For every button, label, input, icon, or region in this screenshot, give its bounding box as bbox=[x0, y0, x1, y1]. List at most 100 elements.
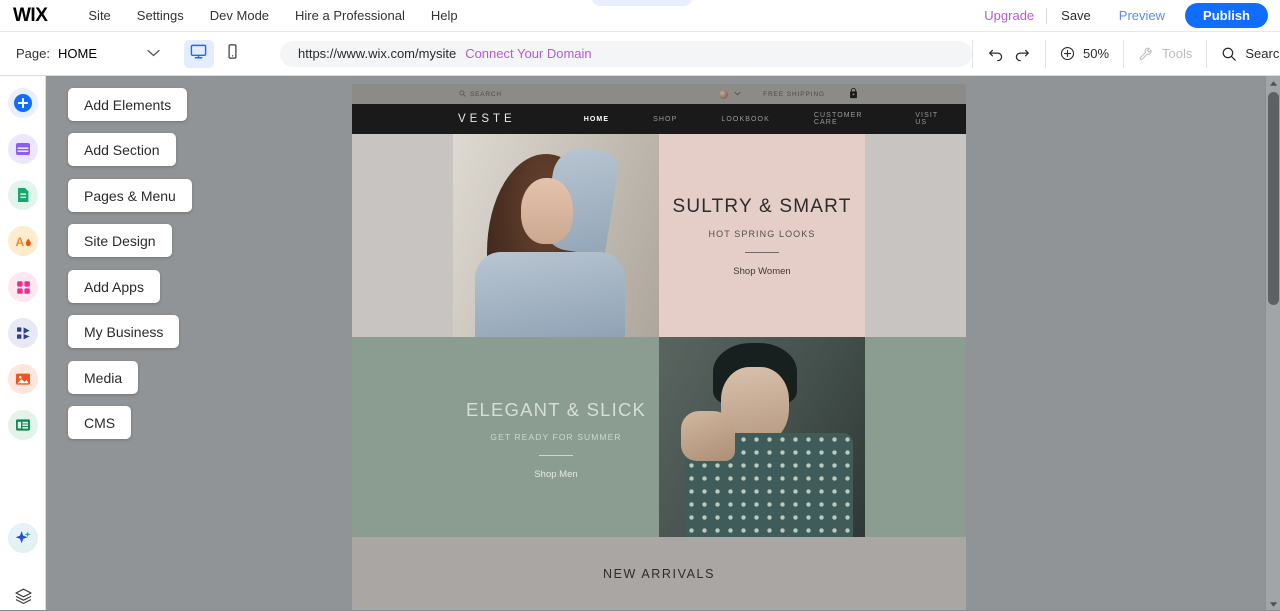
woman-in-denim-jacket-photo[interactable] bbox=[453, 134, 659, 337]
site-nav-link-shop[interactable]: SHOP bbox=[631, 116, 699, 123]
save-button[interactable]: Save bbox=[1047, 8, 1105, 23]
left-icon-rail: A bbox=[0, 76, 46, 611]
sections-icon[interactable] bbox=[8, 134, 38, 164]
hero-women-cta-link[interactable]: Shop Women bbox=[659, 266, 865, 277]
editor-toolbar: Page: HOME https://www.wix.com/mysite Co… bbox=[0, 32, 1280, 76]
chevron-down-icon bbox=[147, 48, 160, 60]
scroll-up-arrow-icon[interactable] bbox=[1266, 76, 1280, 90]
stage-scrollbar[interactable] bbox=[1265, 76, 1280, 611]
search-icon bbox=[459, 89, 466, 99]
hero-men-text-block: ELEGANT & SLICK GET READY FOR SUMMER Sho… bbox=[352, 337, 659, 537]
desktop-view-icon bbox=[190, 43, 207, 65]
editor-stage: SEARCH FREE SHIPPING VESTE HOME SHOP LOO… bbox=[352, 76, 1280, 611]
hero-women-subtitle: HOT SPRING LOOKS bbox=[708, 229, 816, 239]
editor-left-panel: Add Elements Add Section Pages & Menu Si… bbox=[46, 76, 352, 611]
site-search-control[interactable]: SEARCH bbox=[459, 89, 502, 99]
photo-jacket-shape bbox=[475, 252, 625, 337]
publish-button[interactable]: Publish bbox=[1185, 3, 1268, 28]
my-business-icon[interactable] bbox=[8, 318, 38, 348]
layers-icon[interactable] bbox=[8, 581, 38, 611]
wix-logo[interactable]: WIX bbox=[13, 5, 48, 27]
zoom-in-icon bbox=[1060, 46, 1075, 61]
menu-item-dev-mode[interactable]: Dev Mode bbox=[197, 0, 282, 32]
photo-hand-shape bbox=[681, 411, 735, 461]
mobile-view-icon bbox=[224, 43, 241, 65]
panel-button-media[interactable]: Media bbox=[68, 361, 139, 394]
hero-men-title: ELEGANT & SLICK bbox=[465, 399, 647, 420]
search-label: Search bbox=[1245, 46, 1280, 61]
scroll-down-arrow-icon[interactable] bbox=[1266, 597, 1280, 611]
site-url-bar[interactable]: https://www.wix.com/mysite Connect Your … bbox=[279, 40, 972, 67]
scrollbar-thumb[interactable] bbox=[1268, 92, 1279, 305]
device-toggle-group bbox=[183, 39, 248, 68]
mobile-view-button[interactable] bbox=[218, 40, 248, 68]
site-nav-link-customer-care[interactable]: CUSTOMER CARE bbox=[792, 112, 893, 126]
connect-domain-link[interactable]: Connect Your Domain bbox=[465, 46, 591, 61]
man-in-patterned-shirt-photo[interactable] bbox=[659, 337, 865, 537]
add-icon[interactable] bbox=[8, 88, 38, 118]
search-icon bbox=[1221, 46, 1237, 62]
top-menu-bar: WIX Site Settings Dev Mode Hire a Profes… bbox=[0, 0, 1280, 32]
hero-women-divider bbox=[745, 252, 779, 253]
panel-button-cms[interactable]: CMS bbox=[68, 406, 132, 439]
panel-button-add-elements[interactable]: Add Elements bbox=[68, 88, 188, 121]
panel-button-my-business[interactable]: My Business bbox=[68, 315, 180, 348]
redo-icon[interactable] bbox=[1013, 45, 1031, 63]
tools-icon bbox=[1138, 46, 1154, 62]
site-design-icon[interactable]: A bbox=[8, 226, 38, 256]
media-icon[interactable] bbox=[8, 364, 38, 394]
top-center-notch bbox=[592, 0, 692, 6]
preview-button[interactable]: Preview bbox=[1105, 8, 1179, 23]
hero-women-title: SULTRY & SMART bbox=[672, 196, 852, 217]
hero-women-left-pad bbox=[352, 134, 453, 337]
site-nav-link-home[interactable]: HOME bbox=[562, 116, 631, 123]
main-menu: Site Settings Dev Mode Hire a Profession… bbox=[75, 0, 470, 32]
tools-button[interactable]: Tools bbox=[1124, 39, 1206, 69]
photo-face-shape bbox=[521, 178, 573, 244]
toolbar-right-actions: 50% Tools Search bbox=[971, 32, 1280, 76]
pages-menu-icon[interactable] bbox=[8, 180, 38, 210]
hero-section-women[interactable]: SULTRY & SMART HOT SPRING LOOKS Shop Wom… bbox=[352, 134, 966, 337]
panel-button-pages-menu[interactable]: Pages & Menu bbox=[68, 179, 192, 212]
site-topstrip-right: FREE SHIPPING bbox=[719, 87, 858, 101]
zoom-level-value: 50% bbox=[1082, 46, 1110, 61]
site-announcement-bar: SEARCH FREE SHIPPING bbox=[352, 84, 966, 104]
panel-button-site-design[interactable]: Site Design bbox=[68, 224, 172, 257]
page-selector[interactable]: Page: HOME bbox=[0, 46, 160, 61]
desktop-view-button[interactable] bbox=[183, 39, 214, 68]
add-apps-icon[interactable] bbox=[8, 272, 38, 302]
new-arrivals-title: NEW ARRIVALS bbox=[602, 567, 716, 581]
search-button[interactable]: Search bbox=[1207, 39, 1280, 69]
hero-men-divider bbox=[539, 455, 573, 456]
region-flag-icon[interactable] bbox=[719, 89, 729, 99]
menu-item-hire-a-professional[interactable]: Hire a Professional bbox=[282, 0, 418, 32]
undo-icon[interactable] bbox=[987, 45, 1005, 63]
site-nav-link-lookbook[interactable]: LOOKBOOK bbox=[699, 116, 791, 123]
site-nav-links: HOME SHOP LOOKBOOK CUSTOMER CARE VISIT U… bbox=[562, 112, 966, 126]
free-shipping-label: FREE SHIPPING bbox=[763, 90, 825, 98]
site-search-label: SEARCH bbox=[470, 90, 502, 98]
menu-item-help[interactable]: Help bbox=[418, 0, 471, 32]
menu-item-site[interactable]: Site bbox=[75, 0, 123, 32]
top-bar-actions: Upgrade Save Preview Publish bbox=[972, 3, 1280, 28]
svg-text:A: A bbox=[15, 235, 24, 249]
site-preview-canvas[interactable]: SEARCH FREE SHIPPING VESTE HOME SHOP LOO… bbox=[352, 84, 966, 611]
upgrade-button[interactable]: Upgrade bbox=[972, 8, 1046, 23]
site-brand-logo[interactable]: VESTE bbox=[458, 113, 516, 125]
panel-button-add-section[interactable]: Add Section bbox=[68, 133, 176, 166]
zoom-control[interactable]: 50% bbox=[1046, 39, 1123, 69]
menu-item-settings[interactable]: Settings bbox=[124, 0, 197, 32]
cms-icon[interactable] bbox=[8, 410, 38, 440]
hero-men-right-pad bbox=[865, 337, 966, 537]
ai-sparkle-icon[interactable] bbox=[8, 523, 38, 553]
page-selector-label: Page: bbox=[16, 46, 50, 61]
panel-button-add-apps[interactable]: Add Apps bbox=[68, 270, 160, 303]
page-selector-value: HOME bbox=[57, 46, 97, 61]
site-nav-link-visit-us[interactable]: VISIT US bbox=[893, 112, 966, 126]
hero-men-cta-link[interactable]: Shop Men bbox=[453, 469, 659, 480]
shopping-bag-icon[interactable] bbox=[849, 87, 858, 101]
hero-section-men[interactable]: ELEGANT & SLICK GET READY FOR SUMMER Sho… bbox=[352, 337, 966, 537]
new-arrivals-section[interactable]: NEW ARRIVALS bbox=[352, 537, 966, 611]
chevron-down-icon[interactable] bbox=[734, 91, 741, 98]
tools-label: Tools bbox=[1162, 46, 1193, 61]
